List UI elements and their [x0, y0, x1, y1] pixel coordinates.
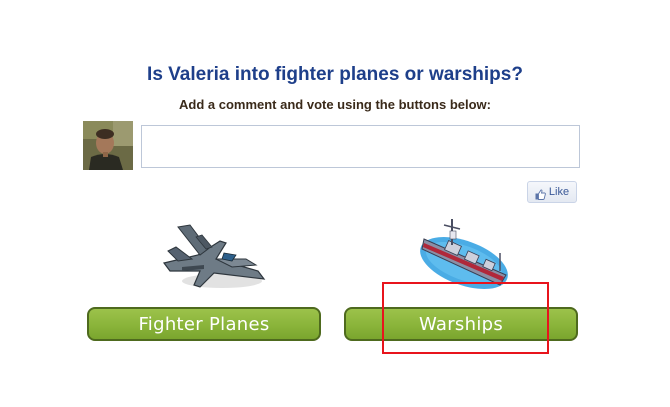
poll-question: Is Valeria into fighter planes or warshi… [147, 64, 523, 85]
vote-fighter-planes-button[interactable]: Fighter Planes [87, 307, 321, 341]
vote-warships-button[interactable]: Warships [344, 307, 578, 341]
vote-warships-label: Warships [418, 313, 504, 335]
vote-fighter-planes-label: Fighter Planes [138, 313, 270, 335]
like-label: Like [548, 186, 570, 198]
warship-image[interactable] [414, 213, 516, 295]
like-button[interactable]: Like [527, 181, 577, 203]
poll-widget: Is Valeria into fighter planes or warshi… [0, 0, 670, 407]
fighter-jet-image[interactable] [160, 215, 268, 297]
thumbs-up-icon [535, 187, 546, 200]
poll-instruction: Add a comment and vote using the buttons… [178, 97, 491, 112]
comment-input[interactable] [141, 125, 580, 168]
user-avatar [83, 121, 133, 170]
